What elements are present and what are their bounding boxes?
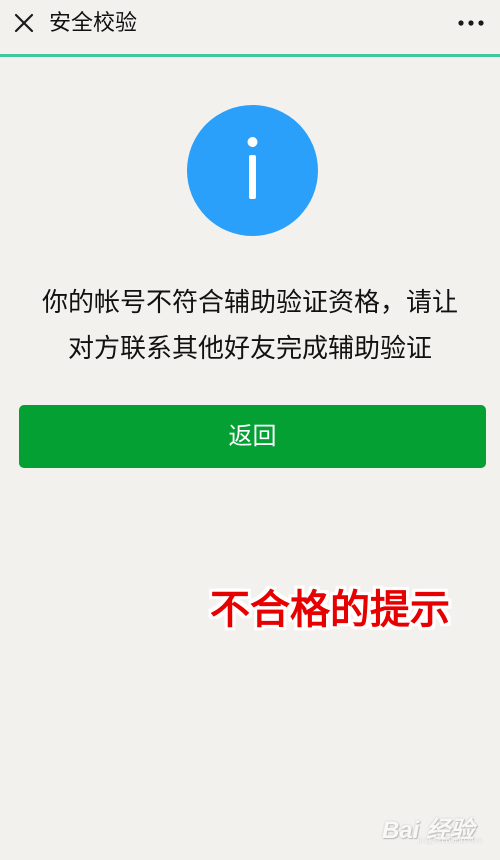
progress-fill xyxy=(0,54,500,57)
close-icon[interactable] xyxy=(12,11,36,35)
annotation-caption: 不合格的提示 xyxy=(210,586,450,633)
message-line-2: 对方联系其他好友完成辅助验证 xyxy=(67,334,432,364)
ineligible-message: 你的帐号不符合辅助验证资格，请让 对方联系其他好友完成辅助验证 xyxy=(0,280,500,372)
page-load-progress-bar xyxy=(0,54,500,57)
more-dots-icon[interactable] xyxy=(457,19,485,27)
title-bar: 安全校验 xyxy=(0,0,500,54)
baidu-jingyan-watermark: Bai 经验 jingyan.baidu.com xyxy=(382,806,492,850)
back-button[interactable]: 返回 xyxy=(19,405,486,468)
info-icon xyxy=(187,105,318,236)
message-line-1: 你的帐号不符合辅助验证资格，请让 xyxy=(41,288,458,318)
page-title: 安全校验 xyxy=(49,11,138,36)
watermark-subtext: jingyan.baidu.com xyxy=(418,836,483,845)
